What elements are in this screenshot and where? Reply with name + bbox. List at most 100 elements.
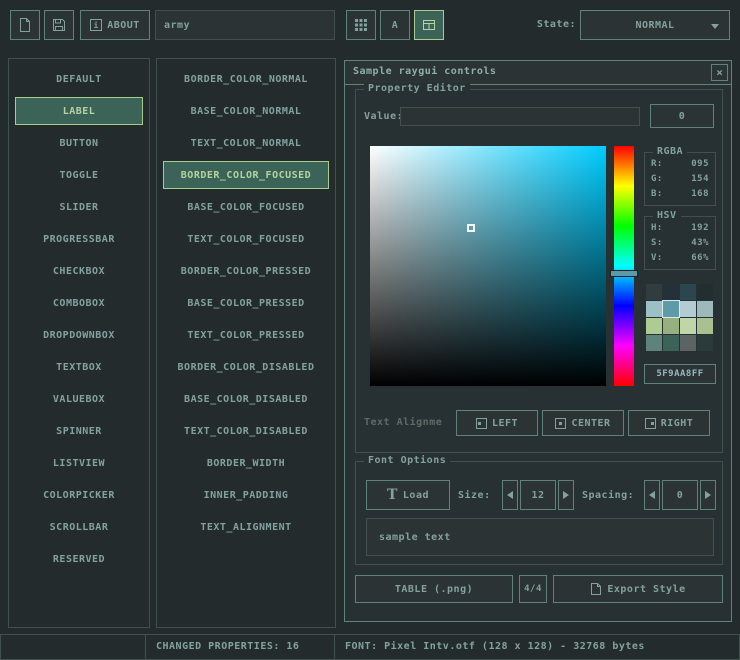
property-item-text_alignment[interactable]: TEXT_ALIGNMENT	[163, 513, 329, 541]
palette-swatch[interactable]	[697, 301, 713, 317]
spacing-decrement-button[interactable]	[644, 480, 660, 510]
hsv-box: HSV H: 192 S: 43% V: 66%	[644, 216, 716, 270]
palette-swatch[interactable]	[646, 284, 662, 300]
page-indicator[interactable]: 4/4	[519, 575, 547, 603]
property-item-base_color_focused[interactable]: BASE_COLOR_FOCUSED	[163, 193, 329, 221]
palette-swatch[interactable]	[680, 284, 696, 300]
export-style-button[interactable]: Export Style	[553, 575, 723, 603]
new-style-button[interactable]	[10, 10, 40, 40]
control-item-dropdownbox[interactable]: DROPDOWNBOX	[15, 321, 143, 349]
style-table-button[interactable]	[414, 10, 444, 40]
controls-list: DEFAULT LABEL BUTTON TOGGLE SLIDER PROGRESSBA…	[8, 58, 150, 628]
control-item-scrollbar[interactable]: SCROLLBAR	[15, 513, 143, 541]
align-center-button[interactable]: CENTER	[542, 410, 624, 436]
sample-text-box[interactable]: sample text	[366, 518, 714, 556]
size-value-box[interactable]: 12	[520, 480, 556, 510]
property-item-border_color_pressed[interactable]: BORDER_COLOR_PRESSED	[163, 257, 329, 285]
palette-swatch[interactable]	[680, 301, 696, 317]
control-item-toggle[interactable]: TOGGLE	[15, 161, 143, 189]
palette-swatch[interactable]	[697, 335, 713, 351]
value-input[interactable]	[400, 107, 640, 126]
value-spinbox[interactable]: 0	[650, 104, 714, 128]
palette-swatch[interactable]	[646, 335, 662, 351]
control-item-valuebox[interactable]: VALUEBOX	[15, 385, 143, 413]
info-icon: i	[90, 19, 102, 31]
control-item-progressbar[interactable]: PROGRESSBAR	[15, 225, 143, 253]
palette-swatch[interactable]	[663, 284, 679, 300]
palette-swatch[interactable]	[646, 301, 662, 317]
state-dropdown[interactable]: NORMAL	[580, 10, 730, 40]
status-font-info: FONT: Pixel Intv.otf (128 x 128) - 32768…	[334, 634, 740, 660]
grid-view-button[interactable]	[346, 10, 376, 40]
hue-slider[interactable]	[610, 270, 638, 277]
align-right-icon	[645, 418, 656, 429]
spacing-value-box[interactable]: 0	[662, 480, 698, 510]
palette-grid	[646, 284, 713, 351]
value-label: Value:	[364, 111, 403, 122]
align-center-icon	[555, 418, 566, 429]
property-item-text_color_pressed[interactable]: TEXT_COLOR_PRESSED	[163, 321, 329, 349]
control-item-button[interactable]: BUTTON	[15, 129, 143, 157]
property-item-border_color_normal[interactable]: BORDER_COLOR_NORMAL	[163, 65, 329, 93]
control-item-reserved[interactable]: RESERVED	[15, 545, 143, 573]
align-center-label: CENTER	[571, 418, 610, 429]
control-item-textbox[interactable]: TEXTBOX	[15, 353, 143, 381]
control-item-colorpicker[interactable]: COLORPICKER	[15, 481, 143, 509]
window-titlebar[interactable]: Sample raygui controls ×	[345, 61, 731, 85]
control-item-listview[interactable]: LISTVIEW	[15, 449, 143, 477]
palette-swatch[interactable]	[663, 335, 679, 351]
spacing-label: Spacing:	[582, 490, 634, 501]
property-item-base_color_disabled[interactable]: BASE_COLOR_DISABLED	[163, 385, 329, 413]
size-increment-button[interactable]	[558, 480, 574, 510]
hue-bar[interactable]	[614, 146, 634, 386]
sample-window: Sample raygui controls × Property Editor…	[344, 60, 732, 622]
property-item-border_width[interactable]: BORDER_WIDTH	[163, 449, 329, 477]
new-file-icon	[17, 17, 33, 33]
control-item-slider[interactable]: SLIDER	[15, 193, 143, 221]
control-item-default[interactable]: DEFAULT	[15, 65, 143, 93]
property-item-border_color_focused[interactable]: BORDER_COLOR_FOCUSED	[163, 161, 329, 189]
property-item-base_color_pressed[interactable]: BASE_COLOR_PRESSED	[163, 289, 329, 317]
palette-swatch[interactable]	[697, 318, 713, 334]
sample-text: sample text	[379, 532, 451, 543]
property-item-inner_padding[interactable]: INNER_PADDING	[163, 481, 329, 509]
sv-marker[interactable]	[467, 224, 475, 232]
palette-swatch[interactable]	[680, 335, 696, 351]
h-value: 192	[691, 221, 709, 236]
rgba-blue-row: B: 168	[645, 187, 715, 202]
palette-swatch[interactable]	[663, 301, 679, 317]
left-arrow-icon	[649, 491, 655, 499]
property-item-base_color_normal[interactable]: BASE_COLOR_NORMAL	[163, 97, 329, 125]
style-name-input[interactable]	[155, 10, 335, 40]
save-style-button[interactable]	[44, 10, 74, 40]
palette-swatch[interactable]	[646, 318, 662, 334]
control-item-checkbox[interactable]: CHECKBOX	[15, 257, 143, 285]
control-item-label[interactable]: LABEL	[15, 97, 143, 125]
hex-value-box[interactable]: 5F9AA8FF	[644, 364, 716, 384]
align-left-button[interactable]: LEFT	[456, 410, 538, 436]
table-export-button[interactable]: TABLE (.png)	[355, 575, 513, 603]
palette-swatch[interactable]	[680, 318, 696, 334]
align-left-label: LEFT	[492, 418, 518, 429]
left-arrow-icon	[507, 491, 513, 499]
size-label: Size:	[458, 490, 491, 501]
spacing-increment-button[interactable]	[700, 480, 716, 510]
about-button[interactable]: i ABOUT	[80, 10, 150, 40]
close-button[interactable]: ×	[711, 64, 728, 81]
rgba-box: RGBA R: 095 G: 154 B: 168	[644, 152, 716, 206]
property-editor-label: Property Editor	[364, 83, 470, 94]
size-decrement-button[interactable]	[502, 480, 518, 510]
control-item-spinner[interactable]: SPINNER	[15, 417, 143, 445]
load-font-button[interactable]: T Load	[366, 480, 450, 510]
control-item-combobox[interactable]: COMBOBOX	[15, 289, 143, 317]
property-item-text_color_normal[interactable]: TEXT_COLOR_NORMAL	[163, 129, 329, 157]
palette-swatch[interactable]	[697, 284, 713, 300]
font-atlas-button[interactable]: A	[380, 10, 410, 40]
sv-picker[interactable]	[370, 146, 606, 386]
property-item-text_color_focused[interactable]: TEXT_COLOR_FOCUSED	[163, 225, 329, 253]
palette-swatch[interactable]	[663, 318, 679, 334]
property-item-border_color_disabled[interactable]: BORDER_COLOR_DISABLED	[163, 353, 329, 381]
property-item-text_color_disabled[interactable]: TEXT_COLOR_DISABLED	[163, 417, 329, 445]
export-file-icon	[590, 582, 602, 596]
align-right-button[interactable]: RIGHT	[628, 410, 710, 436]
